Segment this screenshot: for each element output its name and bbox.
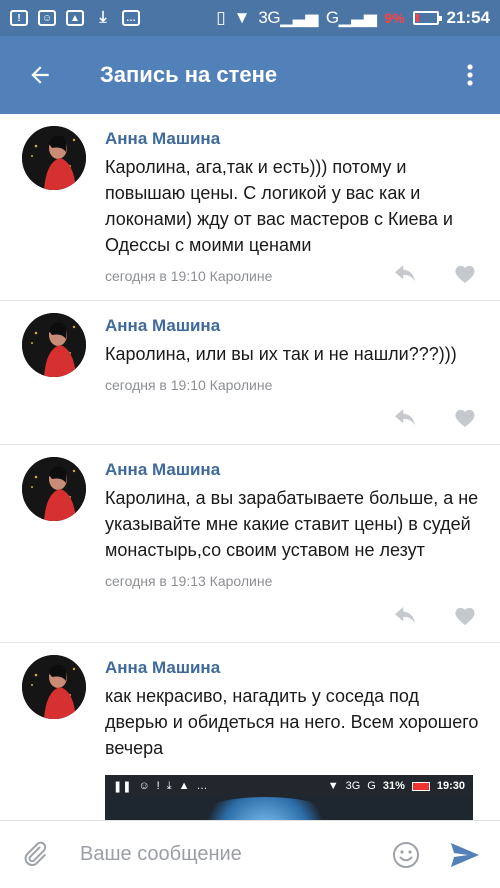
clock: 19:30 bbox=[436, 780, 465, 792]
message-icon: … bbox=[122, 10, 140, 26]
comment-author[interactable]: Анна Машина bbox=[105, 457, 480, 483]
comment-item: Анна Машина Каролина, ага,так и есть))) … bbox=[0, 114, 500, 301]
app-bar: Запись на стене bbox=[0, 36, 500, 114]
attachment-status-bar: ❚❚ ☺ ! ⤓ ▲ … ▼ 3G G 31% 19:30 bbox=[105, 775, 473, 797]
notification-icon: ☺ bbox=[38, 10, 56, 26]
comment-author[interactable]: Анна Машина bbox=[105, 126, 480, 152]
back-button[interactable] bbox=[0, 36, 80, 114]
comment-item: Анна Машина Каролина, а вы зарабатываете… bbox=[0, 445, 500, 643]
comments-list[interactable]: Анна Машина Каролина, ага,так и есть))) … bbox=[0, 114, 500, 820]
comment-text: Каролина, ага,так и есть))) потому и пов… bbox=[105, 157, 453, 255]
clock: 21:54 bbox=[446, 8, 490, 27]
network-indicator: 3G bbox=[345, 780, 361, 792]
comment-item: Анна Машина Каролина, или вы их так и не… bbox=[0, 301, 500, 445]
reply-icon[interactable] bbox=[394, 607, 416, 625]
message-icon: … bbox=[196, 780, 208, 792]
smiley-icon bbox=[393, 841, 419, 868]
heart-icon[interactable] bbox=[454, 264, 476, 284]
download-icon: ⤓ bbox=[99, 9, 107, 26]
alert-icon: ! bbox=[10, 10, 28, 26]
battery-icon bbox=[411, 781, 430, 791]
wifi-icon: ▼ bbox=[327, 780, 339, 792]
emoji-button[interactable] bbox=[382, 821, 430, 888]
photo-attachment[interactable]: ❚❚ ☺ ! ⤓ ▲ … ▼ 3G G 31% 19:30 bbox=[105, 775, 473, 820]
more-options-button[interactable] bbox=[440, 36, 500, 114]
send-button[interactable] bbox=[430, 821, 500, 888]
send-icon bbox=[451, 842, 479, 867]
alert-icon: ! bbox=[156, 780, 160, 792]
battery-icon bbox=[412, 11, 442, 25]
arrow-left-icon bbox=[31, 66, 49, 84]
more-vertical-icon bbox=[467, 64, 473, 86]
comment-text: как некрасиво, нагадить у соседа под две… bbox=[105, 686, 479, 758]
battery-percent: 9% bbox=[384, 10, 405, 26]
comment-item: Анна Машина как некрасиво, нагадить у со… bbox=[0, 643, 500, 820]
comment-author[interactable]: Анна Машина bbox=[105, 313, 480, 339]
network-indicator-2: G▁▃▅ bbox=[325, 8, 377, 27]
reply-icon[interactable] bbox=[394, 409, 416, 427]
heart-icon[interactable] bbox=[454, 408, 476, 428]
notification-icon: ☺ bbox=[138, 780, 150, 792]
battery-percent: 31% bbox=[382, 780, 405, 792]
avatar[interactable] bbox=[22, 655, 86, 719]
attach-button[interactable] bbox=[0, 821, 70, 888]
download-icon: ⤓ bbox=[166, 779, 172, 792]
avatar[interactable] bbox=[22, 457, 86, 521]
image-icon: ▲ bbox=[178, 780, 190, 792]
page-title: Запись на стене bbox=[100, 62, 278, 87]
avatar[interactable] bbox=[22, 313, 86, 377]
network-indicator: 3G▁▃▅ bbox=[258, 8, 318, 27]
wifi-icon: ▼ bbox=[233, 8, 251, 27]
heart-icon[interactable] bbox=[454, 606, 476, 626]
pause-icon: ❚❚ bbox=[113, 780, 132, 793]
message-composer bbox=[0, 820, 500, 888]
message-input[interactable] bbox=[70, 834, 382, 875]
reply-icon[interactable] bbox=[394, 265, 416, 283]
comment-meta: сегодня в 19:10 Каролине bbox=[105, 377, 273, 393]
avatar[interactable] bbox=[22, 126, 86, 190]
network-indicator-2: G bbox=[367, 780, 376, 792]
comment-meta: сегодня в 19:13 Каролине bbox=[105, 573, 273, 589]
comment-text: Каролина, или вы их так и не нашли???))) bbox=[105, 344, 457, 364]
vibrate-icon: ▯ bbox=[216, 8, 226, 27]
status-bar: ! ☺ ▲ ⤓ … ▯ ▼ 3G▁▃▅ G▁▃▅ 9% 21:54 bbox=[0, 0, 500, 36]
image-icon: ▲ bbox=[66, 10, 84, 26]
paperclip-icon bbox=[24, 841, 47, 866]
comment-text: Каролина, а вы зарабатываете больше, а н… bbox=[105, 488, 479, 560]
comment-author[interactable]: Анна Машина bbox=[105, 655, 480, 681]
photo-content bbox=[195, 797, 335, 820]
